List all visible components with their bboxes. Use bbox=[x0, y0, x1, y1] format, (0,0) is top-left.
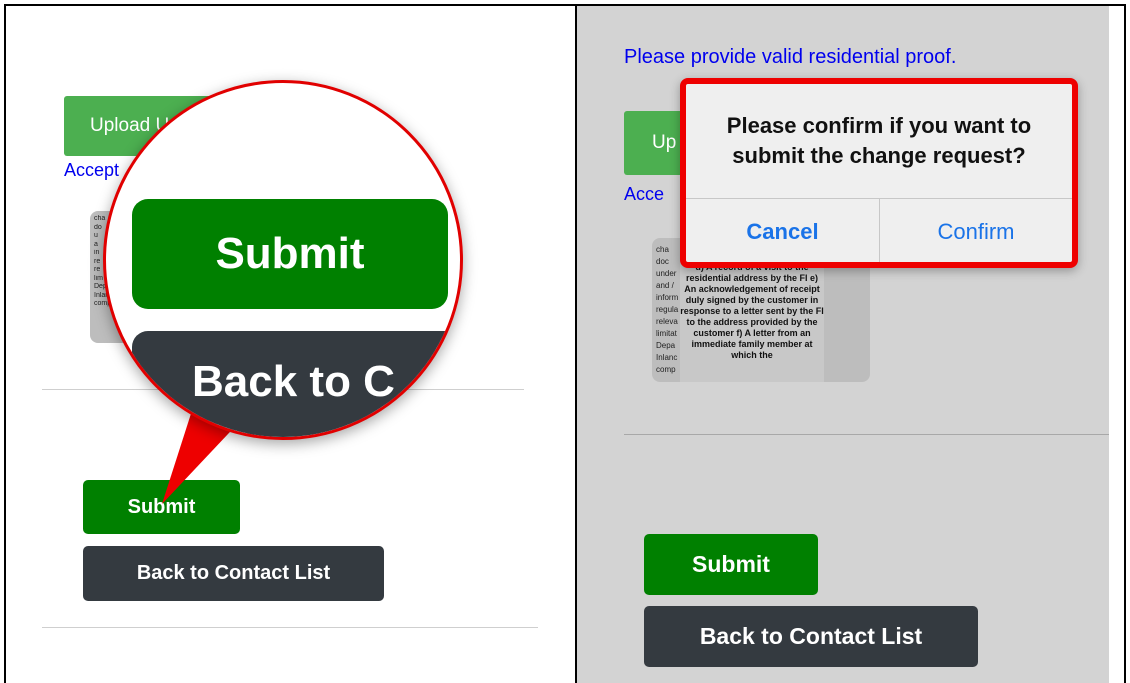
document-text-line: limitat bbox=[656, 329, 677, 338]
back-to-contact-list-button[interactable]: Back to Contact List bbox=[644, 606, 978, 667]
document-text-line: and / bbox=[656, 281, 674, 290]
validation-message: Please provide valid residential proof. bbox=[624, 46, 957, 68]
back-button-label: Back to Contact List bbox=[699, 623, 923, 649]
document-text-line: releva bbox=[656, 317, 678, 326]
back-button-label: Back to Contact List bbox=[136, 562, 331, 584]
magnified-back-label: Back to C bbox=[192, 357, 395, 406]
document-text-line: inform bbox=[656, 293, 679, 302]
magnified-submit-button: Submit bbox=[132, 199, 448, 309]
document-text-line: cha bbox=[656, 245, 669, 254]
section-divider bbox=[624, 434, 1109, 435]
dialog-message: Please confirm if you want to submit the… bbox=[726, 113, 1032, 168]
submit-button-label: Submit bbox=[692, 551, 770, 577]
magnified-submit-label: Submit bbox=[215, 229, 365, 278]
document-text-center: d) A record of a visit to the residentia… bbox=[680, 262, 824, 382]
document-text-line: Inlanc bbox=[656, 353, 678, 362]
cancel-button[interactable]: Cancel bbox=[686, 199, 879, 262]
bottom-divider bbox=[42, 627, 538, 628]
submit-button[interactable]: Submit bbox=[83, 480, 240, 534]
back-to-contact-list-button[interactable]: Back to Contact List bbox=[83, 546, 384, 601]
submit-button[interactable]: Submit bbox=[644, 534, 818, 595]
document-text-line: doc bbox=[656, 257, 669, 266]
document-text-left: cha doc under and / inform regula releva limita… bbox=[656, 244, 682, 376]
accepted-formats-link[interactable]: Acce bbox=[624, 184, 664, 205]
document-text-line: Depa bbox=[656, 341, 676, 350]
document-text-line: under bbox=[656, 269, 677, 278]
accepted-formats-link[interactable]: Accept bbox=[64, 160, 119, 181]
magnifier-callout: Submit Back to C bbox=[103, 80, 463, 440]
magnified-back-button: Back to C bbox=[132, 331, 460, 437]
confirm-dialog: Please confirm if you want to submit the… bbox=[680, 78, 1078, 268]
submit-button-label: Submit bbox=[127, 495, 196, 518]
confirm-button[interactable]: Confirm bbox=[880, 199, 1072, 262]
document-text-line: regula bbox=[656, 305, 679, 314]
document-text-line: comp bbox=[656, 365, 676, 374]
upload-button-label: Up bbox=[652, 132, 677, 153]
